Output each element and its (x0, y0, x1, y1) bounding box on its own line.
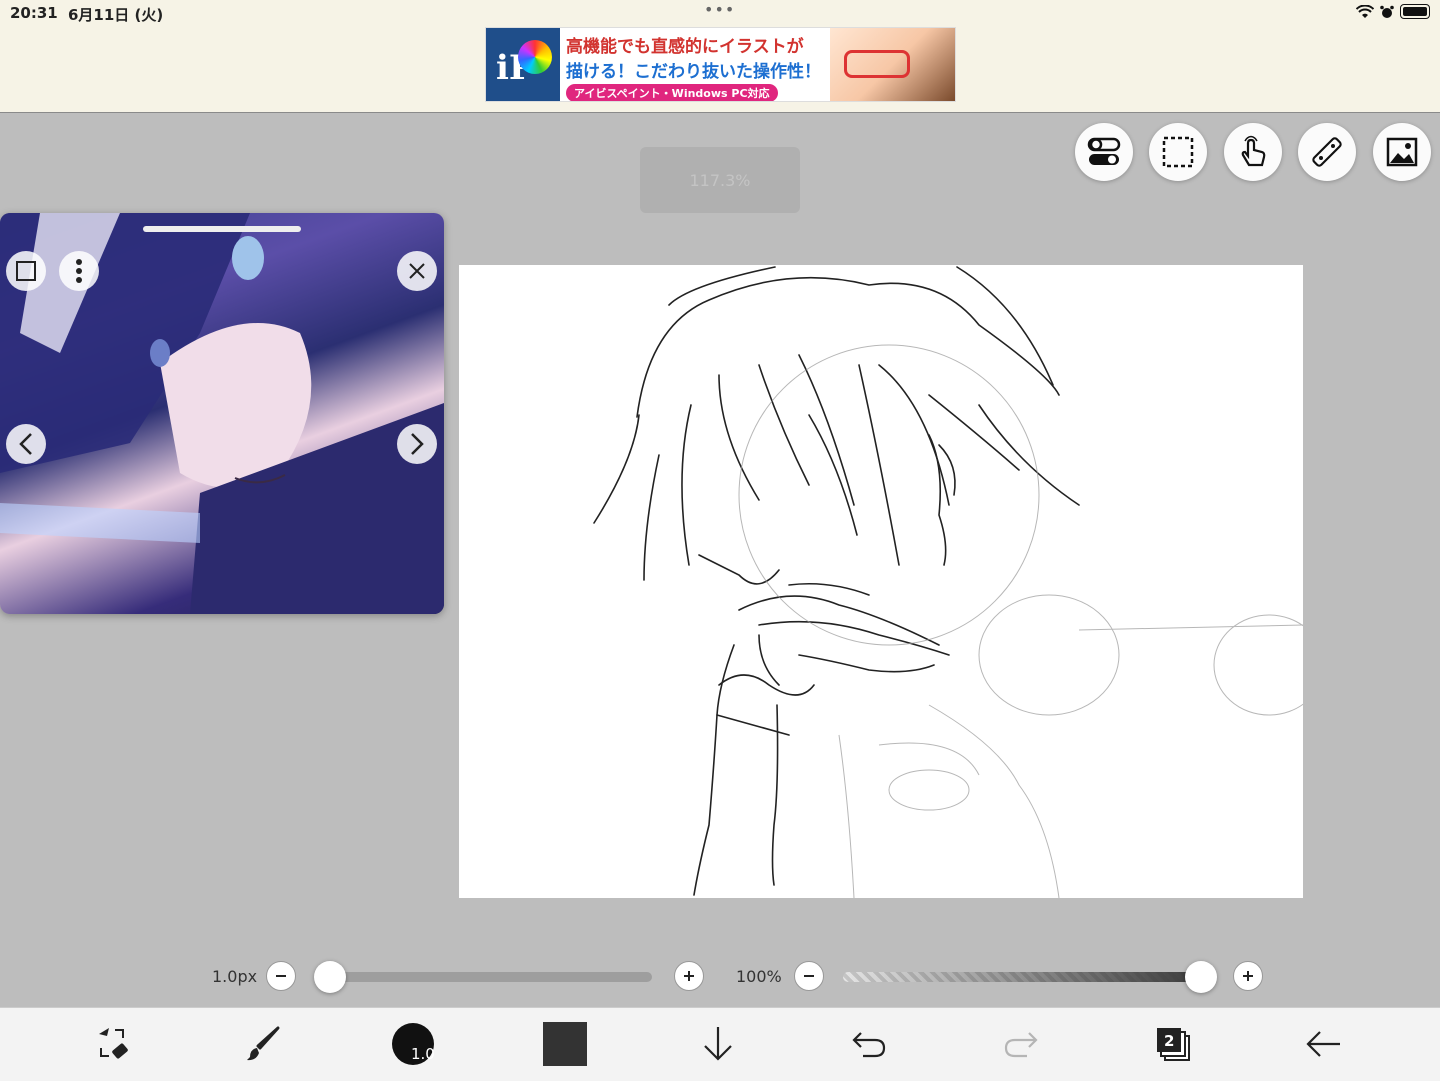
opacity-increase-button[interactable] (1233, 961, 1263, 991)
undo-button[interactable] (845, 1020, 893, 1068)
redo-icon (1004, 1032, 1038, 1058)
plus-icon (684, 971, 694, 981)
undo-icon (852, 1032, 886, 1058)
arrow-left-icon (1306, 1031, 1340, 1057)
sketch-artwork (593, 266, 1325, 899)
ad-line-2: 描ける！こだわり抜いた操作性！ (566, 62, 821, 82)
brush-size-increase-button[interactable] (674, 961, 704, 991)
wifi-icon (1356, 4, 1374, 18)
arrow-down-icon (704, 1027, 732, 1061)
brush-size-thumb[interactable] (314, 961, 346, 993)
more-vertical-icon (76, 259, 82, 283)
reference-window[interactable] (0, 213, 444, 614)
brush-size-button[interactable]: 1.0 (389, 1020, 437, 1068)
layers-button[interactable]: 2 (1149, 1020, 1197, 1068)
window-menu-button[interactable] (59, 251, 99, 291)
ruler-button[interactable] (1298, 123, 1356, 181)
battery-icon (1400, 4, 1430, 19)
toggle-icon (1087, 137, 1121, 165)
minus-icon (804, 975, 814, 977)
opacity-decrease-button[interactable] (794, 961, 824, 991)
brush-size-track[interactable] (330, 972, 652, 982)
opacity-label: 100% (736, 967, 782, 986)
square-icon (16, 261, 36, 281)
multitask-dots[interactable]: ••• (704, 0, 735, 19)
selection-button[interactable] (1149, 123, 1207, 181)
close-window-button[interactable] (397, 251, 437, 291)
brush-tool-button[interactable] (239, 1020, 287, 1068)
window-mode-button[interactable] (6, 251, 46, 291)
current-color-swatch (543, 1022, 587, 1066)
glasses-icon (844, 50, 910, 78)
color-wheel-icon (518, 40, 552, 74)
minus-icon (276, 975, 286, 977)
redo-button[interactable] (997, 1020, 1045, 1068)
previous-image-button[interactable] (6, 424, 46, 464)
ad-illustration (830, 28, 955, 101)
opacity-thumb[interactable] (1185, 961, 1217, 993)
chevron-left-icon (19, 433, 32, 455)
opacity-track[interactable] (843, 972, 1201, 982)
ad-text: 高機能でも直感的にイラストが 描ける！こだわり抜いた操作性！ アイビスペイント・… (560, 28, 830, 101)
brush-eraser-swap-button[interactable] (89, 1020, 137, 1068)
paintbrush-icon (247, 1026, 280, 1061)
gesture-button[interactable] (1224, 123, 1282, 181)
top-bar: 20:31 6月11日 (火) ••• iP 高機能でも直感的にイラストが 描け… (0, 0, 1440, 113)
app-logo: iP (486, 28, 560, 101)
close-icon (409, 263, 425, 279)
status-time: 20:31 (10, 4, 58, 22)
gesture-icon (1241, 135, 1266, 167)
download-button[interactable] (694, 1020, 742, 1068)
ruler-icon (1312, 137, 1342, 167)
back-button[interactable] (1300, 1020, 1348, 1068)
window-grabber[interactable] (143, 226, 301, 232)
zoom-label: 117.3% (689, 170, 751, 190)
drawing-canvas[interactable] (459, 265, 1325, 899)
plus-icon (1243, 971, 1253, 981)
status-icons (1356, 4, 1430, 19)
brush-size-decrease-button[interactable] (266, 961, 296, 991)
ad-banner[interactable]: iP 高機能でも直感的にイラストが 描ける！こだわり抜いた操作性！ アイビスペイ… (485, 27, 956, 102)
status-date: 6月11日 (火) (68, 6, 164, 24)
selection-icon (1162, 136, 1194, 168)
image-icon (1386, 137, 1418, 167)
reference-image-button[interactable] (1373, 123, 1431, 181)
toggle-settings-button[interactable] (1075, 123, 1133, 181)
ad-line-3: アイビスペイント・Windows PC対応 (566, 84, 778, 101)
alarm-icon (1380, 5, 1394, 18)
brush-eraser-swap-icon (99, 1028, 128, 1059)
brush-size-badge: 1.0 (411, 1045, 435, 1063)
zoom-indicator: 117.3% (640, 147, 800, 213)
ad-line-1: 高機能でも直感的にイラストが (566, 37, 804, 57)
layer-count: 2 (1164, 1032, 1175, 1050)
bottom-toolbar: 1.0 2 (0, 1007, 1440, 1081)
color-button[interactable] (541, 1020, 589, 1068)
next-image-button[interactable] (397, 424, 437, 464)
chevron-right-icon (411, 433, 424, 455)
brush-size-label: 1.0px (212, 967, 258, 986)
